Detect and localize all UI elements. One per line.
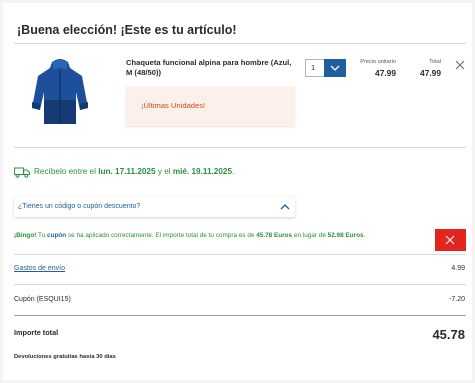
truck-icon (14, 167, 30, 178)
delivery-date-to: mié. 19.11.2025 (172, 167, 233, 176)
stock-notice-text: ¡Últimas Unidades! (141, 101, 206, 110)
total-label: Importe total (14, 328, 59, 337)
remove-item-close-icon[interactable] (455, 60, 465, 70)
bingo-part1: Tu (36, 232, 48, 239)
divider (14, 43, 466, 44)
chevron-up-icon (280, 204, 290, 210)
delivery-prefix: Recíbelo entre el (34, 167, 99, 176)
coupon-applied-message: ¡Bingo! Tu cupón se ha aplicado correcta… (14, 231, 424, 240)
divider (14, 254, 466, 255)
coupon-toggle[interactable]: ¿Tienes un código o cupón descuento? (14, 197, 295, 217)
delivery-date-from: lun. 17.11.2025 (98, 167, 156, 176)
bingo-cupon: cupón (47, 232, 67, 239)
total-value: 45.78 (432, 327, 465, 342)
unit-price-label: Precio unitario (360, 59, 396, 65)
stock-notice: ¡Últimas Unidades! (126, 86, 295, 126)
divider (14, 284, 466, 285)
bingo-part2: se ha aplicado correctamente. El importe… (66, 232, 257, 239)
delivery-suffix: . (232, 167, 235, 176)
divider (14, 147, 466, 148)
page-title: ¡Buena elección! ¡Este es tu artículo! (17, 23, 237, 37)
bingo-text: ¡Bingo! (14, 232, 37, 239)
coupon-code-label: Cupón (ESQUI15) (14, 296, 71, 303)
bingo-old-amount: 52.98 Euros (327, 232, 364, 239)
total-price-label: Total (429, 59, 441, 65)
close-icon (445, 235, 455, 245)
total-price: 47.99 (420, 68, 441, 78)
remove-coupon-button[interactable] (435, 229, 466, 251)
blue-jacket-image (32, 59, 88, 124)
bingo-part4: . (363, 232, 366, 239)
product-name[interactable]: Chaqueta funcional alpina para hombre (A… (126, 58, 294, 78)
quantity-value: 1 (311, 63, 316, 72)
quantity-dropdown-button[interactable] (324, 59, 346, 77)
coupon-toggle-label: ¿Tienes un código o cupón descuento? (18, 203, 141, 210)
unit-price: 47.99 (375, 68, 396, 78)
quantity-select[interactable]: 1 (305, 59, 346, 77)
returns-note: Devoluciones gratuitas hasta 30 días (14, 354, 116, 360)
delivery-estimate: Recíbelo entre el lun. 17.11.2025 y el m… (34, 167, 234, 176)
delivery-middle: y el (155, 167, 173, 176)
bingo-new-amount: 45.78 Euros (256, 232, 293, 239)
bingo-part3: en lugar de (292, 232, 328, 239)
divider (14, 315, 466, 316)
shipping-value: 4.99 (451, 265, 465, 272)
coupon-discount-value: -7.20 (449, 296, 465, 303)
shipping-link[interactable]: Gastos de envío (14, 265, 65, 272)
chevron-down-icon (330, 65, 340, 71)
